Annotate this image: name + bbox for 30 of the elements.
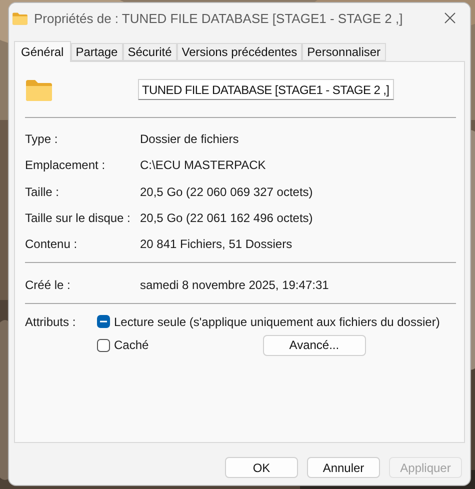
property-label: Taille :	[25, 184, 60, 199]
property-value: 20,5 Go (22 060 069 327 octets)	[140, 184, 313, 199]
checkbox[interactable]	[97, 315, 110, 328]
close-icon	[444, 12, 456, 24]
window-title: Propriétés de : TUNED FILE DATABASE [STAGE1 - STAGE 2 ,]	[34, 10, 404, 26]
dialog-button[interactable]: Annuler	[307, 457, 380, 478]
checkbox-label: Caché	[114, 338, 149, 352]
checkbox[interactable]	[97, 338, 110, 352]
name-field[interactable]: TUNED FILE DATABASE [STAGE1 - STAGE 2 ,]	[138, 79, 394, 100]
dialog-button[interactable]: OK	[225, 457, 298, 478]
property-label: Contenu :	[25, 237, 78, 252]
property-label: Emplacement :	[25, 158, 106, 172]
property-value: Dossier de fichiers	[140, 132, 239, 146]
property-label: Créé le :	[25, 278, 72, 292]
property-value: C:\ECU MASTERPACK	[140, 158, 266, 172]
tab[interactable]: Versions précédentes	[176, 43, 302, 61]
checkbox-label: Lecture seule (s'applique uniquement aux fichiers du dossier)	[114, 314, 440, 329]
tab[interactable]: Sécurité	[122, 43, 177, 61]
property-value: samedi 8 novembre 2025, 19:47:31	[140, 278, 329, 292]
property-label: Taille sur le disque :	[25, 211, 132, 226]
advanced-button[interactable]: Avancé...	[262, 334, 366, 356]
tab[interactable]: Partage	[70, 43, 123, 61]
property-value: 20,5 Go (22 061 162 496 octets)	[140, 211, 313, 226]
folder-icon	[25, 78, 53, 100]
tab[interactable]: Général	[14, 41, 71, 62]
property-value: 20 841 Fichiers, 51 Dossiers	[140, 237, 292, 252]
folder-icon	[12, 12, 28, 24]
tab[interactable]: Personnaliser	[302, 43, 386, 61]
property-label: Attributs :	[25, 314, 77, 329]
property-label: Type :	[25, 132, 59, 146]
